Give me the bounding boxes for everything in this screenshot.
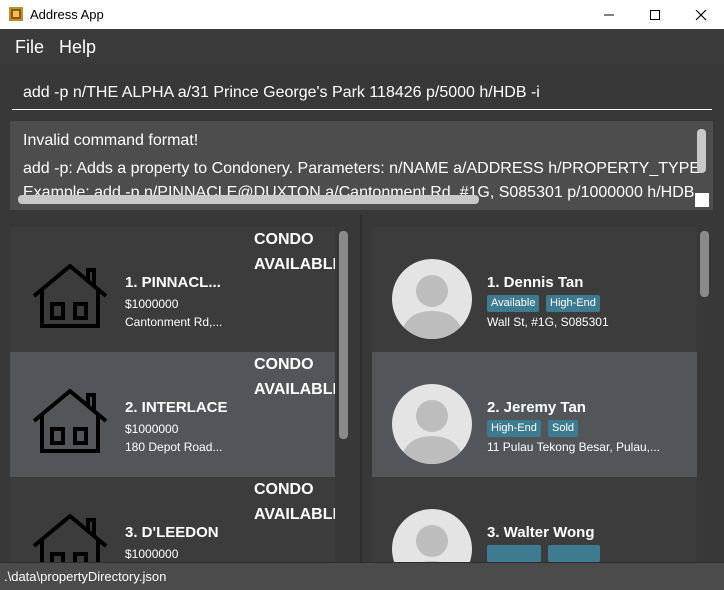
- app-icon: [9, 7, 23, 21]
- command-area: [0, 64, 724, 116]
- title-bar: Address App: [0, 0, 724, 29]
- property-card[interactable]: 2. INTERLACE $1000000 180 Depot Road... …: [10, 352, 335, 477]
- person-icon: [416, 525, 448, 562]
- tag-badge: High-End: [546, 295, 600, 312]
- menu-file[interactable]: File: [15, 37, 44, 58]
- avatar: [392, 384, 472, 464]
- property-name: 3. D'LEEDON: [125, 524, 219, 541]
- property-card[interactable]: 3. D'LEEDON $1000000 CONDO AVAILABLE: [10, 477, 335, 562]
- property-list-scrollbar[interactable]: [339, 231, 348, 439]
- property-price: $1000000: [125, 422, 179, 436]
- property-name: 1. PINNACL...: [125, 274, 221, 291]
- command-input[interactable]: [12, 76, 712, 110]
- result-line: add -p: Adds a property to Condonery. Pa…: [23, 160, 701, 177]
- tag-badge: [548, 545, 600, 562]
- property-price: $1000000: [125, 547, 179, 561]
- property-status: AVAILABLE: [254, 506, 335, 523]
- person-icon: [400, 400, 464, 464]
- close-icon: [695, 9, 707, 20]
- property-type: CONDO: [254, 481, 314, 498]
- client-name: 3. Walter Wong: [487, 524, 595, 541]
- save-location: .\data\propertyDirectory.json: [4, 569, 167, 584]
- client-list[interactable]: 1. Dennis Tan Available High-End Wall St…: [372, 227, 713, 562]
- client-card[interactable]: 2. Jeremy Tan High-End Sold 11 Pulau Tek…: [372, 352, 697, 477]
- client-list-scrollbar[interactable]: [700, 231, 709, 297]
- scroll-corner: [695, 193, 709, 207]
- result-vertical-scrollbar[interactable]: [697, 129, 706, 173]
- property-price: $1000000: [125, 297, 179, 311]
- property-address: Cantonment Rd,...: [125, 315, 223, 329]
- maximize-icon: [650, 9, 660, 20]
- maximize-button[interactable]: [632, 0, 678, 29]
- tag-badge: [487, 545, 541, 562]
- property-address: 180 Depot Road...: [125, 440, 223, 454]
- result-line: Invalid command format!: [23, 132, 199, 149]
- tag-badge: Sold: [548, 420, 579, 437]
- client-address: Wall St, #1G, S085301: [487, 315, 609, 329]
- minimize-icon: [604, 14, 614, 15]
- house-icon: [32, 514, 108, 562]
- property-name: 2. INTERLACE: [125, 399, 228, 416]
- close-button[interactable]: [678, 0, 724, 29]
- menu-help[interactable]: Help: [59, 37, 96, 58]
- property-status: AVAILABLE: [254, 381, 335, 398]
- minimize-button[interactable]: [586, 0, 632, 29]
- house-icon: [32, 264, 108, 328]
- split-divider[interactable]: [360, 215, 362, 562]
- property-card[interactable]: 1. PINNACL... $1000000 Cantonment Rd,...…: [10, 227, 335, 352]
- client-card[interactable]: 1. Dennis Tan Available High-End Wall St…: [372, 227, 697, 352]
- client-address: 11 Pulau Tekong Besar, Pulau,...: [487, 440, 661, 454]
- client-name: 1. Dennis Tan: [487, 274, 584, 291]
- menu-bar: File Help: [0, 29, 724, 64]
- property-list[interactable]: 1. PINNACL... $1000000 Cantonment Rd,...…: [10, 227, 350, 562]
- person-icon: [400, 275, 464, 339]
- property-type: CONDO: [254, 356, 314, 373]
- list-area: 1. PINNACL... $1000000 Cantonment Rd,...…: [0, 215, 724, 562]
- house-icon: [32, 389, 108, 453]
- avatar: [392, 259, 472, 339]
- window-title: Address App: [30, 7, 104, 22]
- client-name: 2. Jeremy Tan: [487, 399, 586, 416]
- client-card[interactable]: 3. Walter Wong: [372, 477, 697, 562]
- property-status: AVAILABLE: [254, 256, 335, 273]
- result-display: Invalid command format! add -p: Adds a p…: [10, 121, 713, 210]
- tag-badge: Available: [487, 295, 540, 312]
- tag-badge: High-End: [487, 420, 541, 437]
- avatar: [392, 509, 472, 562]
- result-horizontal-scrollbar[interactable]: [18, 195, 479, 204]
- status-bar: .\data\propertyDirectory.json: [0, 562, 724, 590]
- property-type: CONDO: [254, 231, 314, 248]
